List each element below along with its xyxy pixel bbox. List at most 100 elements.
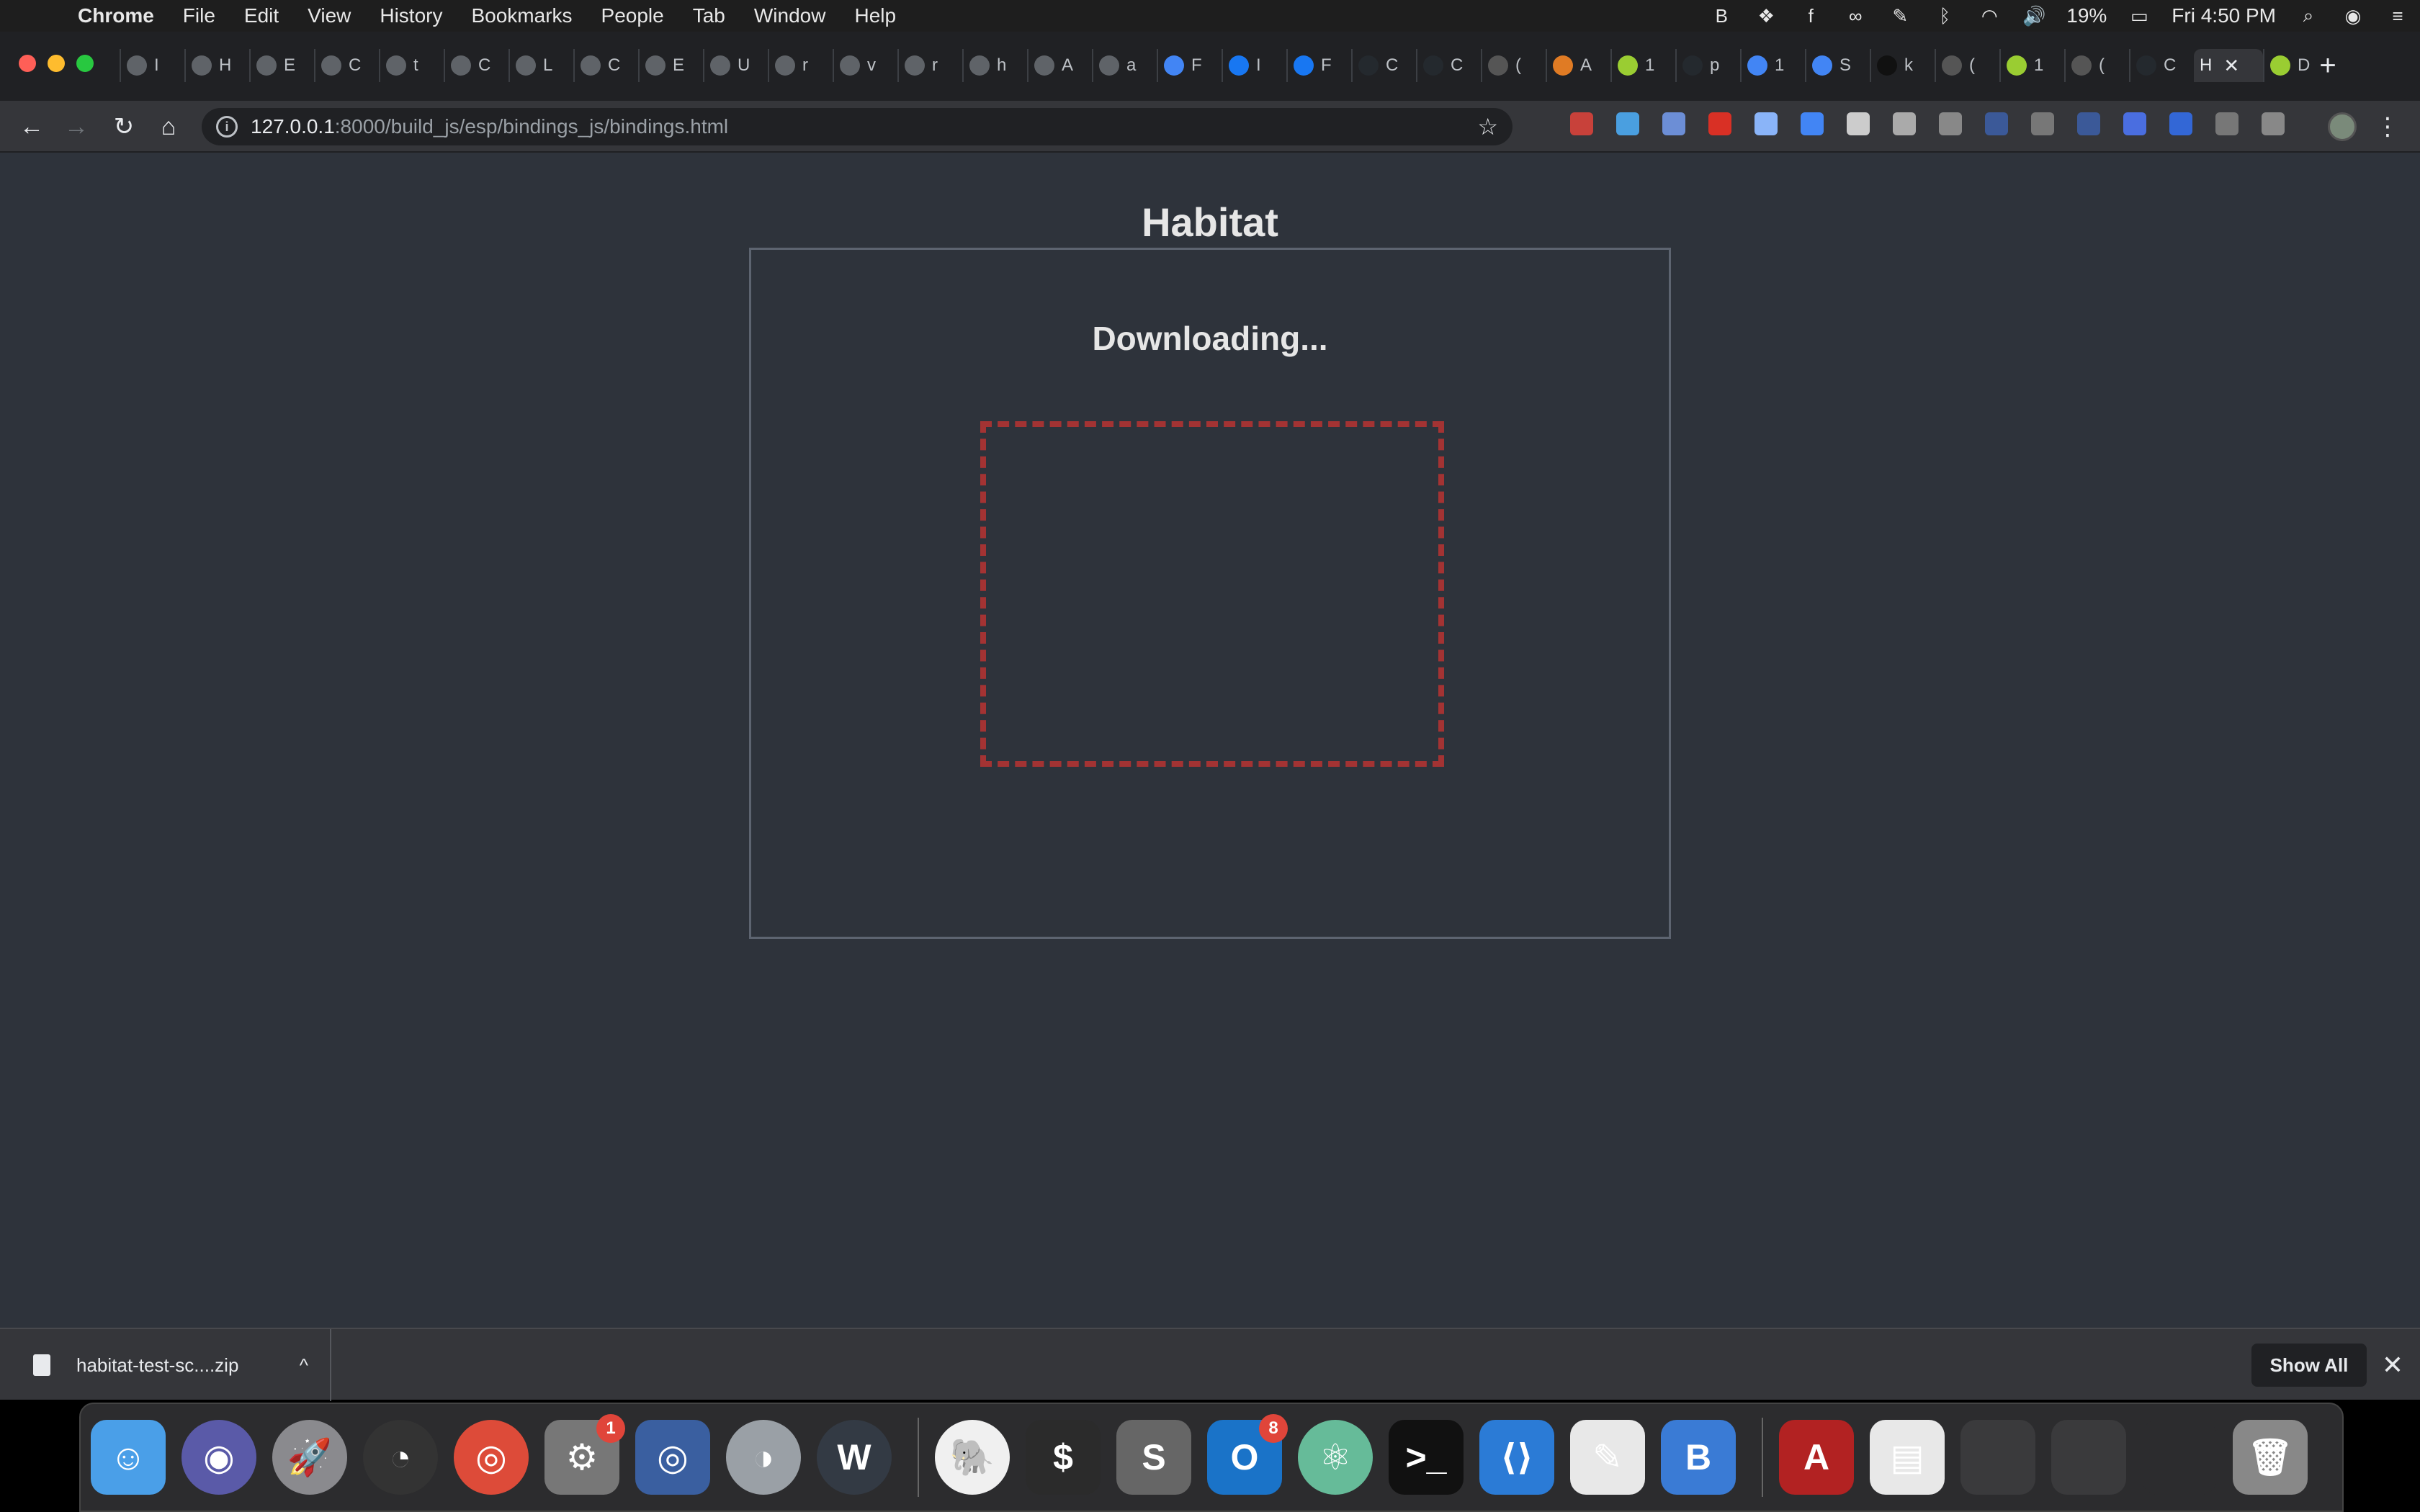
facebook-status-icon[interactable]: f: [1798, 4, 1823, 28]
chrome-icon[interactable]: ◎: [454, 1420, 529, 1495]
tab[interactable]: E: [638, 49, 703, 82]
siri-icon[interactable]: ◉: [182, 1420, 256, 1495]
extension-icon[interactable]: [2215, 112, 2238, 135]
tab[interactable]: E: [249, 49, 314, 82]
extension-icon[interactable]: [1893, 112, 1916, 135]
tab[interactable]: I: [1222, 49, 1286, 82]
tab[interactable]: C: [1416, 49, 1481, 82]
evernote-status-icon[interactable]: ✎: [1888, 4, 1912, 28]
acrobat-icon[interactable]: A: [1779, 1420, 1854, 1495]
extension-icon[interactable]: [1570, 112, 1593, 135]
terminal-icon[interactable]: $: [1026, 1420, 1101, 1495]
extension-icon[interactable]: [2077, 112, 2100, 135]
extension-icon[interactable]: [1801, 112, 1824, 135]
activity-monitor-icon[interactable]: ◔: [363, 1420, 438, 1495]
terminal-2-icon[interactable]: >_: [1389, 1420, 1464, 1495]
notification-center-icon[interactable]: ≡: [2385, 4, 2410, 28]
tab[interactable]: k: [1870, 49, 1935, 82]
extension-icon[interactable]: [1662, 112, 1685, 135]
tab[interactable]: 1: [1740, 49, 1805, 82]
tab[interactable]: U: [703, 49, 768, 82]
sublime-icon[interactable]: S: [1116, 1420, 1191, 1495]
wifi-icon[interactable]: ◠: [1977, 4, 2002, 28]
tab[interactable]: t: [379, 49, 444, 82]
close-window-button[interactable]: [19, 55, 36, 72]
zoom-window-button[interactable]: [76, 55, 94, 72]
menu-history[interactable]: History: [380, 4, 442, 27]
menu-bookmarks[interactable]: Bookmarks: [471, 4, 572, 27]
launchpad-icon[interactable]: 🚀: [272, 1420, 347, 1495]
home-button[interactable]: ⌂: [151, 109, 186, 144]
new-tab-button[interactable]: +: [2312, 49, 2344, 82]
tab[interactable]: (: [1481, 49, 1546, 82]
workplace-icon[interactable]: W: [817, 1420, 892, 1495]
menu-people[interactable]: People: [601, 4, 664, 27]
tab[interactable]: p: [1675, 49, 1740, 82]
tab[interactable]: (: [2064, 49, 2129, 82]
siri-status-icon[interactable]: ◉: [2341, 4, 2365, 28]
tab[interactable]: a: [1092, 49, 1157, 82]
creative-cloud-icon[interactable]: ∞: [1843, 4, 1868, 28]
bookmark-star-icon[interactable]: ☆: [1477, 113, 1498, 140]
chrome-window-3-icon[interactable]: [2142, 1420, 2217, 1495]
address-bar[interactable]: i 127.0.0.1:8000/build_js/esp/bindings_j…: [202, 108, 1512, 145]
spotlight-search-icon[interactable]: ⌕: [2296, 4, 2321, 28]
extension-icon[interactable]: [1847, 112, 1870, 135]
trash-icon[interactable]: 🗑: [2233, 1420, 2308, 1495]
back-button[interactable]: ←: [14, 109, 49, 144]
tab[interactable]: S: [1805, 49, 1870, 82]
clock[interactable]: Fri 4:50 PM: [2172, 4, 2276, 27]
tab[interactable]: 1: [1999, 49, 2064, 82]
tab[interactable]: C: [314, 49, 379, 82]
tab[interactable]: F: [1157, 49, 1222, 82]
outlook-icon[interactable]: O8: [1207, 1414, 1288, 1495]
menu-window[interactable]: Window: [754, 4, 826, 27]
menu-tab[interactable]: Tab: [693, 4, 725, 27]
tab[interactable]: v: [833, 49, 897, 82]
tab[interactable]: C: [444, 49, 508, 82]
reload-button[interactable]: ↻: [107, 109, 141, 144]
extension-icon[interactable]: [1754, 112, 1778, 135]
show-all-button[interactable]: Show All: [2251, 1344, 2367, 1387]
tab[interactable]: A: [1027, 49, 1092, 82]
csv-file-icon[interactable]: ▤: [1870, 1420, 1945, 1495]
tab[interactable]: h: [962, 49, 1027, 82]
forward-button[interactable]: →: [59, 109, 94, 144]
tab[interactable]: I: [120, 49, 184, 82]
tab[interactable]: F: [1286, 49, 1351, 82]
download-item[interactable]: habitat-test-sc....zip ^: [22, 1329, 331, 1401]
extension-icon[interactable]: [2169, 112, 2192, 135]
extension-icon[interactable]: [2031, 112, 2054, 135]
textedit-icon[interactable]: ✎: [1570, 1420, 1645, 1495]
system-preferences-icon[interactable]: ⚙ 1: [544, 1414, 625, 1495]
extension-icon[interactable]: [1985, 112, 2008, 135]
bluejeans-status-icon[interactable]: B: [1709, 4, 1734, 28]
tab-close-icon[interactable]: ✕: [2223, 55, 2239, 77]
atom-icon[interactable]: ⚛: [1298, 1420, 1373, 1495]
render-canvas[interactable]: [980, 421, 1444, 767]
extension-icon[interactable]: [1708, 112, 1731, 135]
extension-icon[interactable]: [1616, 112, 1639, 135]
tab-active[interactable]: H ✕: [2194, 49, 2263, 82]
menu-edit[interactable]: Edit: [244, 4, 279, 27]
bluetooth-icon[interactable]: ᛒ: [1932, 4, 1957, 28]
profile-avatar[interactable]: [2328, 112, 2357, 141]
lifesaver-icon[interactable]: ◎: [635, 1420, 710, 1495]
finder-icon[interactable]: ☺: [91, 1420, 166, 1495]
tab[interactable]: C: [2129, 49, 2194, 82]
chevron-up-icon[interactable]: ^: [300, 1354, 308, 1377]
menu-view[interactable]: View: [308, 4, 351, 27]
extension-icon[interactable]: [2123, 112, 2146, 135]
extension-icon[interactable]: [1939, 112, 1962, 135]
chrome-menu-button[interactable]: ⋮: [2375, 109, 2400, 144]
minimize-window-button[interactable]: [48, 55, 65, 72]
tab[interactable]: 1: [1610, 49, 1675, 82]
menu-app-name[interactable]: Chrome: [78, 4, 154, 27]
chrome-window-1-icon[interactable]: [1960, 1420, 2035, 1495]
tab[interactable]: C: [1351, 49, 1416, 82]
tab[interactable]: C: [573, 49, 638, 82]
tab[interactable]: A: [1546, 49, 1610, 82]
download-file-name[interactable]: habitat-test-sc....zip: [76, 1354, 238, 1377]
extension-icon[interactable]: [2262, 112, 2285, 135]
chrome-window-2-icon[interactable]: [2051, 1420, 2126, 1495]
